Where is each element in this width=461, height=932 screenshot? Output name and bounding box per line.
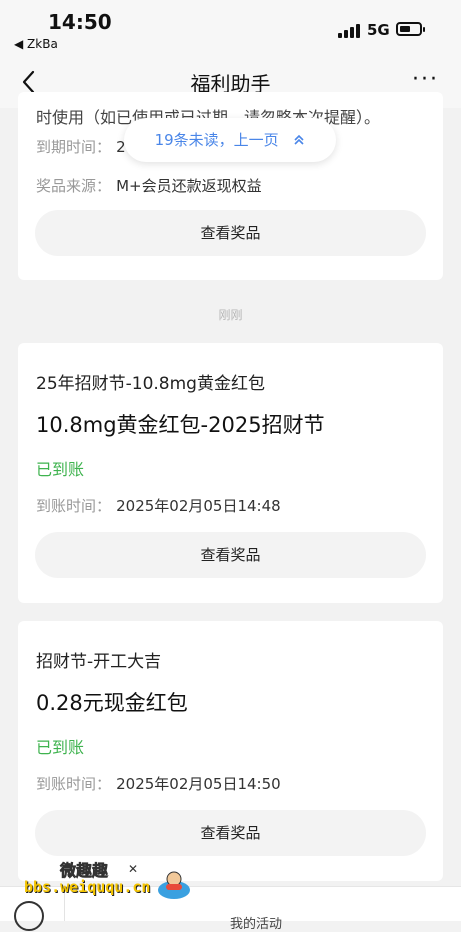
reward-card: 招财节-开工大吉 0.28元现金红包 已到账 到账时间： 2025年02月05日… — [18, 621, 443, 881]
status-text: 已到账 — [36, 460, 85, 479]
arrival-time-value: 2025年02月05日14:50 — [116, 775, 281, 793]
arrival-time-row: 到账时间： 2025年02月05日14:48 — [36, 495, 281, 516]
unread-banner-label: 19条未读，上一页 — [154, 131, 279, 149]
battery-icon — [396, 22, 425, 36]
card-title: 25年招财节-10.8mg黄金红包 — [36, 374, 265, 394]
expiry-row: 到期时间： 2 — [36, 136, 126, 157]
signal-icon — [338, 24, 362, 38]
watermark-url: bbs.weiququ.cn — [24, 878, 151, 896]
arrival-time-value: 2025年02月05日14:48 — [116, 497, 281, 515]
arrival-time-label: 到账时间： — [36, 775, 112, 793]
double-chevron-up-icon — [293, 119, 305, 163]
view-prize-button[interactable]: 查看奖品 — [35, 532, 426, 578]
prize-name: 10.8mg黄金红包-2025招财节 — [36, 413, 325, 437]
reward-card: 25年招财节-10.8mg黄金红包 10.8mg黄金红包-2025招财节 已到账… — [18, 343, 443, 603]
status-bar: 14:50 ◀ ZkBa 5G — [0, 0, 461, 56]
card-title: 招财节-开工大吉 — [36, 652, 162, 672]
menu-item-my-activities[interactable]: 我的活动 — [230, 913, 282, 932]
watermark-mark: ✕ — [128, 862, 139, 876]
prize-name: 0.28元现金红包 — [36, 691, 188, 715]
source-value: M+会员还款返现权益 — [116, 177, 262, 195]
status-time: 14:50 — [48, 10, 112, 34]
divider — [64, 893, 65, 921]
more-icon[interactable]: ··· — [412, 67, 439, 92]
view-prize-button[interactable]: 查看奖品 — [35, 210, 426, 256]
source-label: 奖品来源： — [36, 177, 112, 195]
view-prize-button[interactable]: 查看奖品 — [35, 810, 426, 856]
keyboard-toggle-icon[interactable] — [14, 901, 44, 931]
watermark-logo-icon — [156, 866, 192, 902]
back-to-app-link[interactable]: ◀ ZkBa — [14, 37, 58, 51]
status-text: 已到账 — [36, 738, 85, 757]
arrival-time-row: 到账时间： 2025年02月05日14:50 — [36, 773, 281, 794]
expiry-label: 到期时间： — [36, 138, 112, 156]
unread-banner[interactable]: 19条未读，上一页 — [124, 118, 336, 162]
network-type: 5G — [367, 21, 390, 39]
source-row: 奖品来源： M+会员还款返现权益 — [36, 175, 262, 196]
message-timestamp: 刚刚 — [218, 308, 243, 322]
arrival-time-label: 到账时间： — [36, 497, 112, 515]
